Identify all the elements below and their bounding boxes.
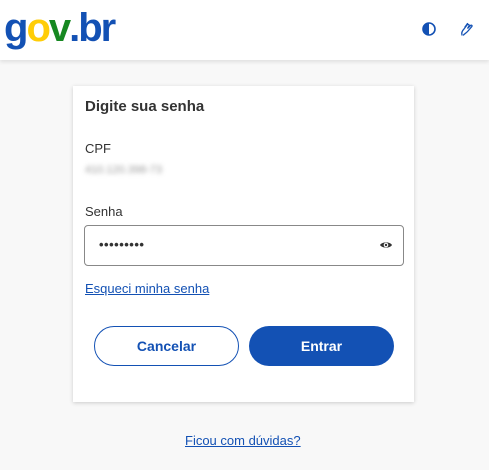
logo-letter-g: g — [4, 6, 28, 50]
help-link[interactable]: Ficou com dúvidas? — [185, 433, 301, 448]
cpf-value: 410.120.398-73 — [85, 164, 163, 176]
card-title: Digite sua senha — [85, 98, 205, 115]
gov-br-logo[interactable]: gov.br — [4, 4, 116, 52]
cancel-button[interactable]: Cancelar — [94, 326, 239, 366]
show-password-eye-icon[interactable] — [379, 238, 393, 252]
logo-letter-v: v — [48, 6, 71, 50]
forgot-password-link[interactable]: Esqueci minha senha — [85, 281, 209, 296]
cpf-label: CPF — [85, 141, 111, 156]
login-card: Digite sua senha CPF 410.120.398-73 Senh… — [73, 86, 414, 402]
logo-dot: . — [69, 6, 80, 50]
header-bar: gov.br — [0, 0, 489, 60]
password-label: Senha — [85, 204, 123, 219]
contrast-icon[interactable] — [421, 21, 437, 37]
password-value: ••••••••• — [99, 237, 145, 252]
password-field[interactable]: ••••••••• — [84, 225, 404, 266]
enter-button[interactable]: Entrar — [249, 326, 394, 366]
sign-language-icon[interactable] — [458, 21, 474, 37]
logo-letter-o: o — [26, 6, 50, 50]
logo-br: br — [78, 6, 116, 50]
